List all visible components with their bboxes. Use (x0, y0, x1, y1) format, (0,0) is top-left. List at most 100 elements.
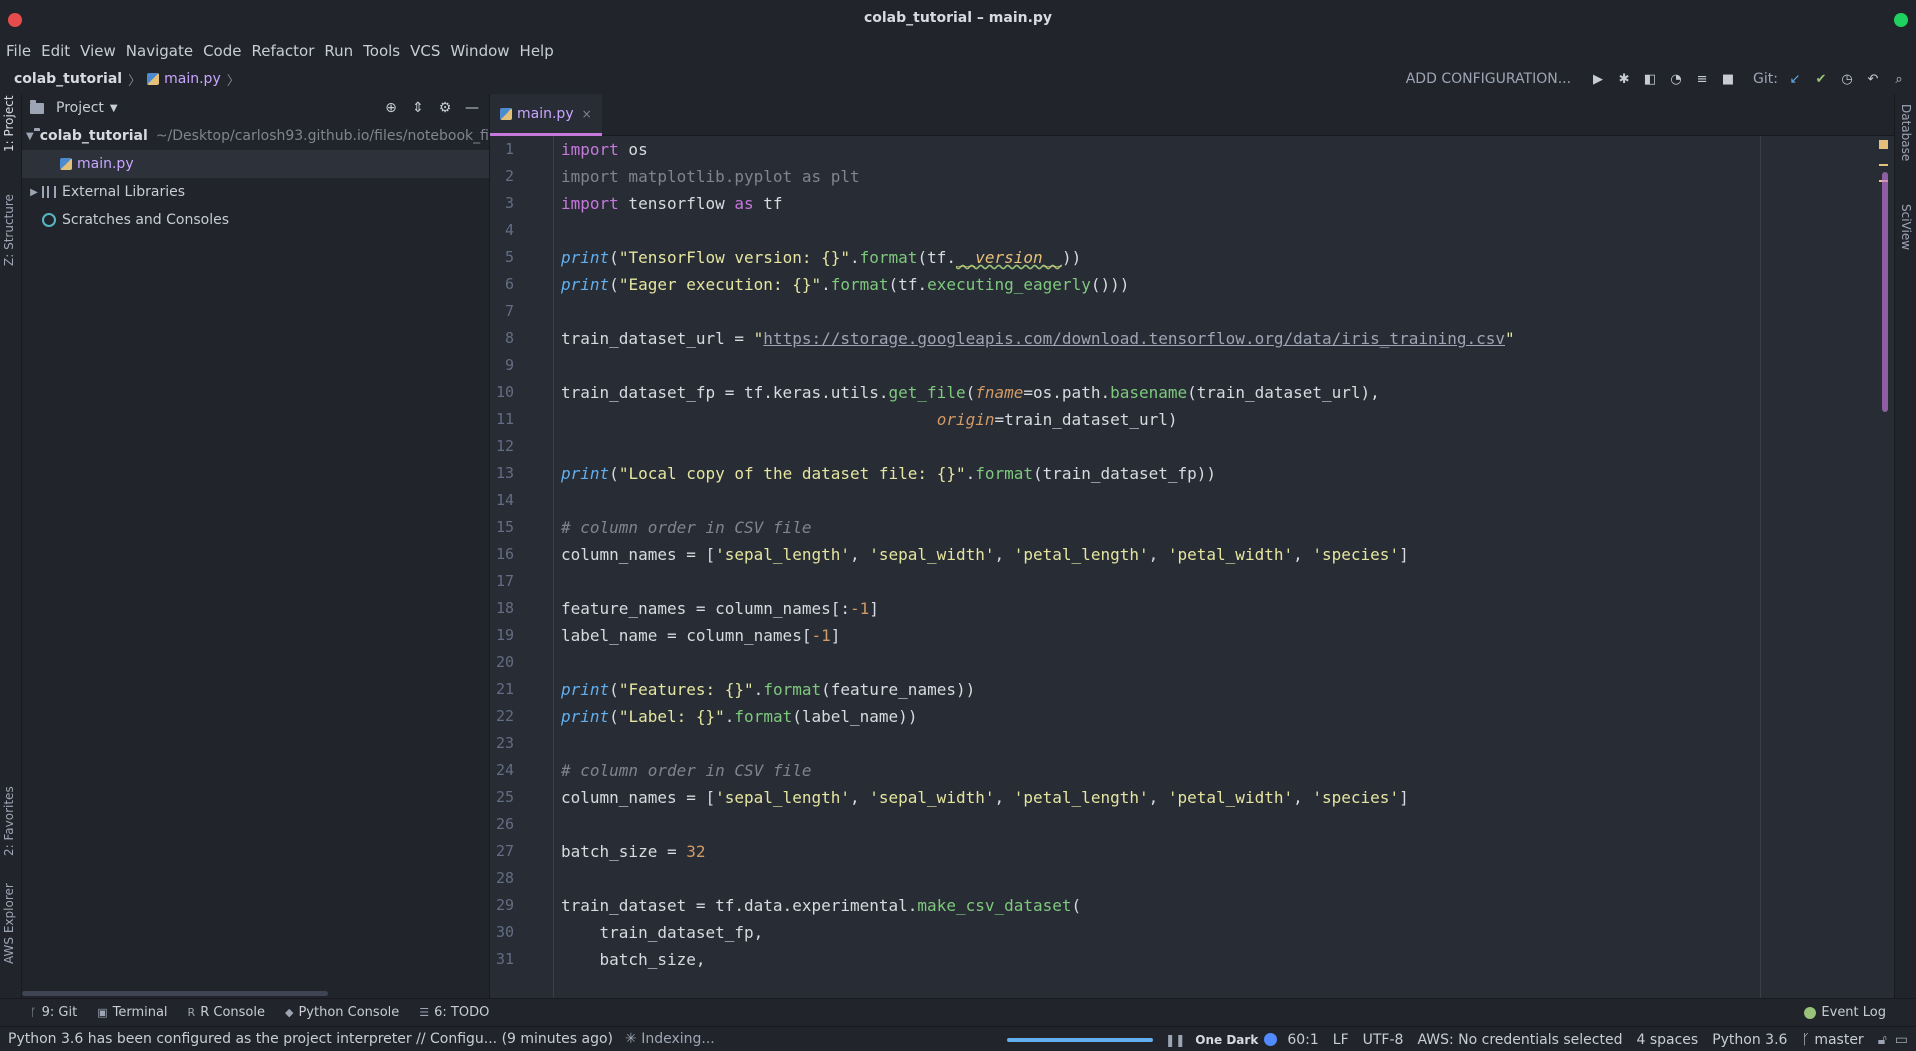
line-number: 11 (495, 410, 514, 428)
title-bar: colab_tutorial – main.py (0, 0, 1916, 38)
file-encoding[interactable]: UTF-8 (1363, 1032, 1404, 1048)
close-icon[interactable]: × (582, 107, 592, 121)
horizontal-scrollbar[interactable] (22, 991, 328, 996)
editor-tabs: main.py × (490, 94, 1894, 136)
tool-git-label: 9: Git (41, 1005, 78, 1020)
pause-icon[interactable]: ❚❚ (1165, 1033, 1185, 1047)
tab-project[interactable]: 1: Project (2, 95, 16, 152)
line-number: 23 (495, 734, 514, 752)
menu-help[interactable]: Help (520, 42, 554, 60)
tree-item-label: Scratches and Consoles (62, 212, 229, 228)
caret-position[interactable]: 60:1 (1287, 1032, 1318, 1048)
breadcrumb-project[interactable]: colab_tutorial (14, 71, 122, 87)
run-with-coverage-icon[interactable]: ◧ (1641, 70, 1659, 88)
tab-database[interactable]: Database (1899, 104, 1913, 161)
git-rollback-icon[interactable]: ↶ (1864, 70, 1882, 88)
collapse-all-icon[interactable]: ⇕ (407, 98, 429, 118)
vertical-scrollbar[interactable] (1882, 172, 1888, 412)
menu-edit[interactable]: Edit (41, 42, 70, 60)
menu-run[interactable]: Run (324, 42, 353, 60)
menu-view[interactable]: View (80, 42, 116, 60)
menu-bar: File Edit View Navigate Code Refactor Ru… (0, 38, 1916, 64)
error-stripe-mark[interactable] (1879, 164, 1888, 166)
indent-setting[interactable]: 4 spaces (1636, 1032, 1698, 1048)
add-configuration-button[interactable]: ADD CONFIGURATION... (1406, 71, 1571, 87)
project-panel: Project ▼ ⊕ ⇕ ⚙ — ▼ colab_tutorial ~/Des… (22, 94, 490, 998)
terminal-icon: ▣ (97, 1006, 108, 1019)
line-separator[interactable]: LF (1333, 1032, 1349, 1048)
line-number: 3 (504, 194, 514, 212)
line-number: 1 (504, 140, 514, 158)
tree-item-main-py[interactable]: main.py (22, 150, 489, 178)
status-message[interactable]: Python 3.6 has been configured as the pr… (8, 1031, 613, 1047)
warning-marker[interactable] (1879, 140, 1888, 149)
tool-r-console-button[interactable]: R R Console (188, 1005, 265, 1020)
run-icon[interactable]: ▶ (1589, 70, 1607, 88)
gear-icon[interactable]: ⚙ (434, 98, 456, 118)
git-history-icon[interactable]: ◷ (1838, 70, 1856, 88)
line-number: 9 (504, 356, 514, 374)
collapsed-arrow-icon[interactable]: ▶ (26, 187, 42, 198)
git-branch-label: master (1814, 1031, 1864, 1048)
line-number: 17 (495, 572, 514, 590)
tree-item-external-libraries[interactable]: ▶ External Libraries (22, 178, 489, 206)
python-interpreter[interactable]: Python 3.6 (1712, 1032, 1787, 1048)
menu-code[interactable]: Code (203, 42, 241, 60)
expanded-arrow-icon[interactable]: ▼ (26, 131, 34, 142)
tab-favorites[interactable]: 2: Favorites (2, 786, 16, 856)
tool-git-button[interactable]: ᚴ 9: Git (30, 1005, 77, 1020)
left-tool-stripe: 1: Project Z: Structure 2: Favorites AWS… (0, 94, 22, 998)
tool-terminal-label: Terminal (112, 1005, 168, 1020)
menu-file[interactable]: File (6, 42, 31, 60)
tab-main-py[interactable]: main.py × (490, 94, 602, 136)
line-number: 22 (495, 707, 514, 725)
breadcrumb-separator-icon: 〉 (226, 73, 240, 89)
line-number: 4 (504, 221, 514, 239)
git-commit-icon[interactable]: ✔ (1812, 70, 1830, 88)
memory-indicator-icon[interactable]: ▭ (1895, 1032, 1908, 1048)
tool-todo-button[interactable]: ☰ 6: TODO (419, 1005, 489, 1020)
debug-icon[interactable]: ✱ (1615, 70, 1633, 88)
tab-structure[interactable]: Z: Structure (2, 194, 16, 266)
minimize-icon[interactable]: — (461, 98, 483, 118)
indexing-label: Indexing... (641, 1031, 715, 1047)
tree-item-scratches[interactable]: Scratches and Consoles (22, 206, 489, 234)
aws-credentials[interactable]: AWS: No credentials selected (1417, 1032, 1622, 1048)
git-branch[interactable]: ᚴ master (1801, 1032, 1863, 1048)
project-view-selector[interactable]: Project (56, 100, 104, 116)
tab-sciview[interactable]: SciView (1899, 204, 1913, 250)
tool-terminal-button[interactable]: ▣ Terminal (97, 1005, 167, 1020)
menu-vcs[interactable]: VCS (410, 42, 440, 60)
line-number: 26 (495, 815, 514, 833)
python-file-icon (147, 73, 160, 85)
line-number: 16 (495, 545, 514, 563)
lock-icon[interactable]: 🔓︎ (1878, 1032, 1887, 1048)
breadcrumb-file[interactable]: main.py (147, 71, 221, 87)
menu-refactor[interactable]: Refactor (251, 42, 314, 60)
tab-aws-explorer[interactable]: AWS Explorer (2, 883, 16, 964)
tool-python-console-button[interactable]: ◆ Python Console (285, 1005, 399, 1020)
line-number: 15 (495, 518, 514, 536)
python-console-icon: ◆ (284, 1006, 294, 1019)
tree-item-project-root[interactable]: ▼ colab_tutorial ~/Desktop/carlosh93.git… (22, 122, 489, 150)
locate-file-icon[interactable]: ⊕ (380, 98, 402, 118)
window-title: colab_tutorial – main.py (863, 10, 1053, 26)
search-icon[interactable]: ⌕ (1890, 70, 1908, 88)
breadcrumb-file-label: main.py (164, 71, 221, 87)
event-log-button[interactable]: Event Log (1804, 1005, 1886, 1020)
stop-icon[interactable]: ■ (1719, 70, 1737, 88)
menu-window[interactable]: Window (450, 42, 509, 60)
theme-label: One Dark (1195, 1032, 1259, 1047)
profile-icon[interactable]: ◔ (1667, 70, 1685, 88)
python-file-icon (500, 107, 512, 120)
git-update-icon[interactable]: ↙ (1786, 70, 1804, 88)
line-number: 31 (495, 950, 514, 968)
line-number: 30 (495, 923, 514, 941)
concurrency-diagram-icon[interactable]: ≡ (1693, 70, 1711, 88)
chevron-down-icon[interactable]: ▼ (110, 103, 118, 114)
code-area[interactable]: 1 import os 2 import matplotlib.pyplot as … (490, 136, 1894, 998)
menu-tools[interactable]: Tools (363, 42, 400, 60)
line-number: 8 (504, 329, 514, 347)
menu-navigate[interactable]: Navigate (126, 42, 193, 60)
status-bar: Python 3.6 has been configured as the pr… (0, 1026, 1916, 1051)
